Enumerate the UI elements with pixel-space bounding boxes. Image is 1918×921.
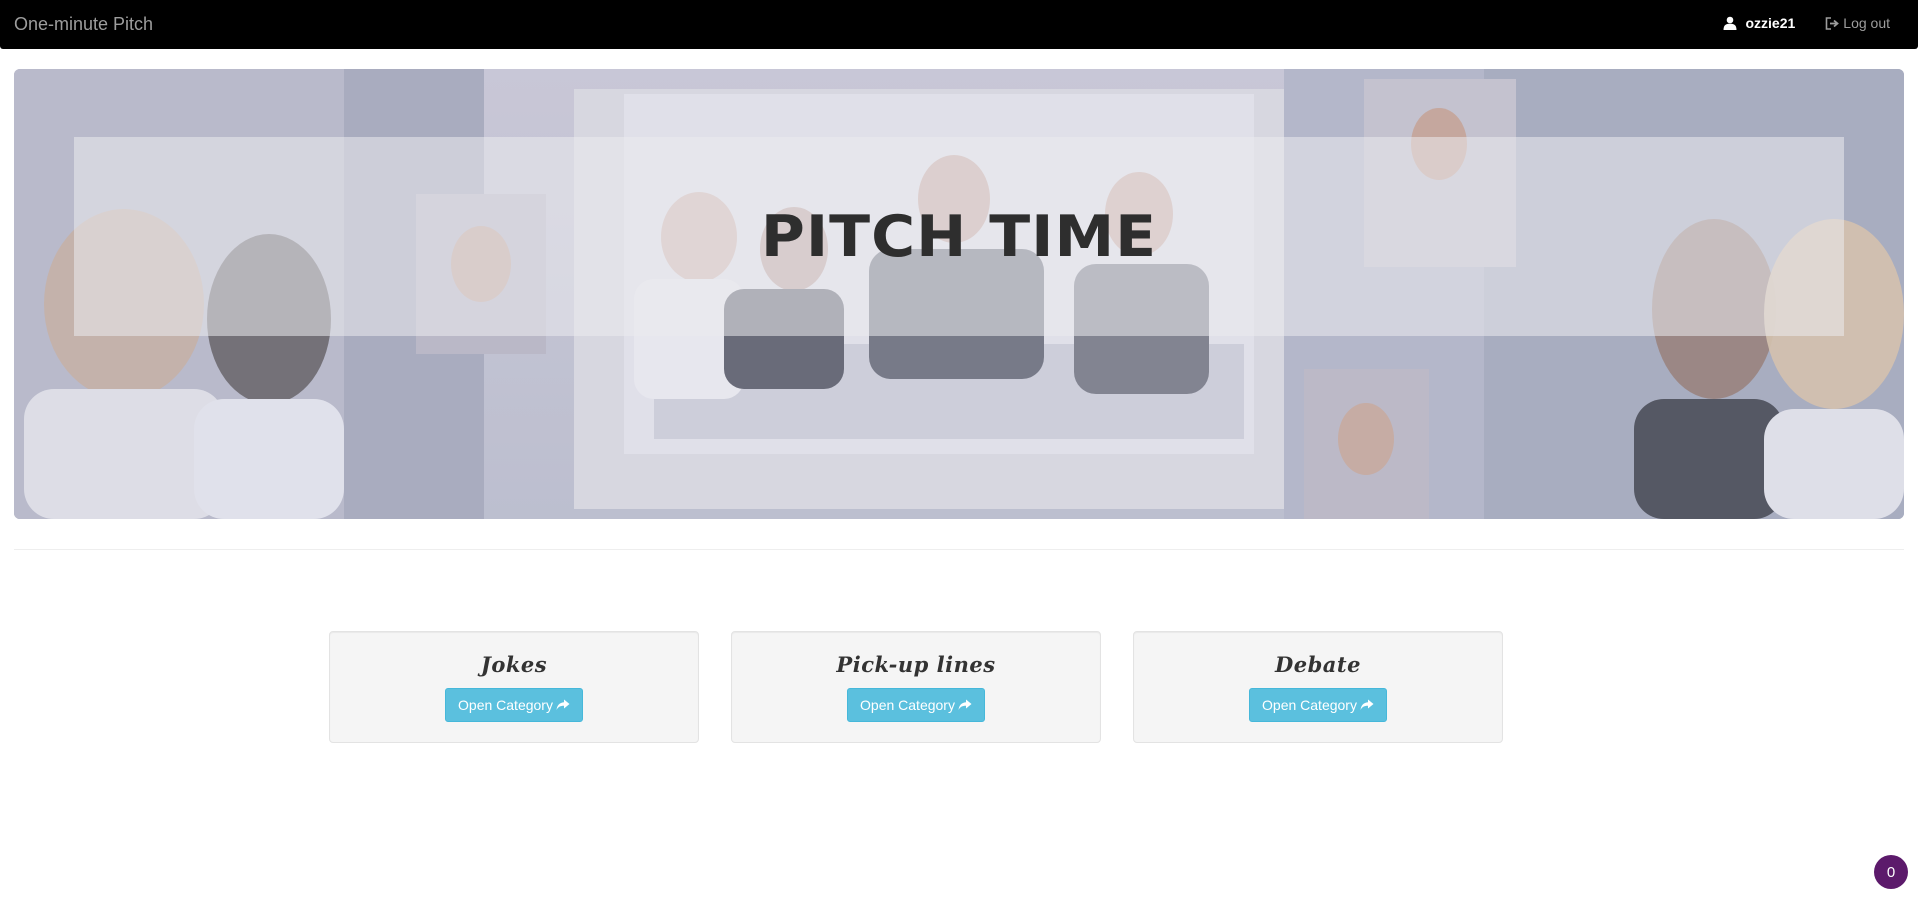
navbar-right: ozzie21 Log out (1723, 15, 1890, 31)
category-card-pickup-lines: Pick-up lines Open Category (731, 631, 1101, 743)
open-category-button-jokes[interactable]: Open Category (445, 688, 583, 722)
open-category-button-debate[interactable]: Open Category (1249, 688, 1387, 722)
brand-link[interactable]: One-minute Pitch (14, 14, 153, 35)
category-title: Debate (1275, 652, 1361, 677)
logout-icon (1825, 16, 1840, 30)
username-label: ozzie21 (1745, 15, 1796, 31)
share-arrow-icon (958, 699, 972, 710)
share-arrow-icon (1360, 699, 1374, 710)
category-title: Jokes (480, 652, 548, 677)
hero-title: PITCH TIME (760, 203, 1158, 270)
user-menu-item[interactable]: ozzie21 (1723, 15, 1795, 31)
logout-link[interactable]: Log out (1825, 15, 1890, 31)
notification-count-badge[interactable]: 0 (1874, 855, 1908, 889)
share-arrow-icon (556, 699, 570, 710)
button-label: Open Category (458, 697, 553, 713)
hero-banner: PITCH TIME (14, 69, 1904, 519)
open-category-button-pickup-lines[interactable]: Open Category (847, 688, 985, 722)
horizontal-divider (14, 549, 1904, 550)
logout-label: Log out (1843, 15, 1890, 31)
top-navbar: One-minute Pitch ozzie21 Log out (0, 0, 1918, 49)
category-card-jokes: Jokes Open Category (329, 631, 699, 743)
user-icon (1723, 16, 1737, 30)
button-label: Open Category (1262, 697, 1357, 713)
category-card-debate: Debate Open Category (1133, 631, 1503, 743)
category-title: Pick-up lines (836, 652, 996, 677)
button-label: Open Category (860, 697, 955, 713)
